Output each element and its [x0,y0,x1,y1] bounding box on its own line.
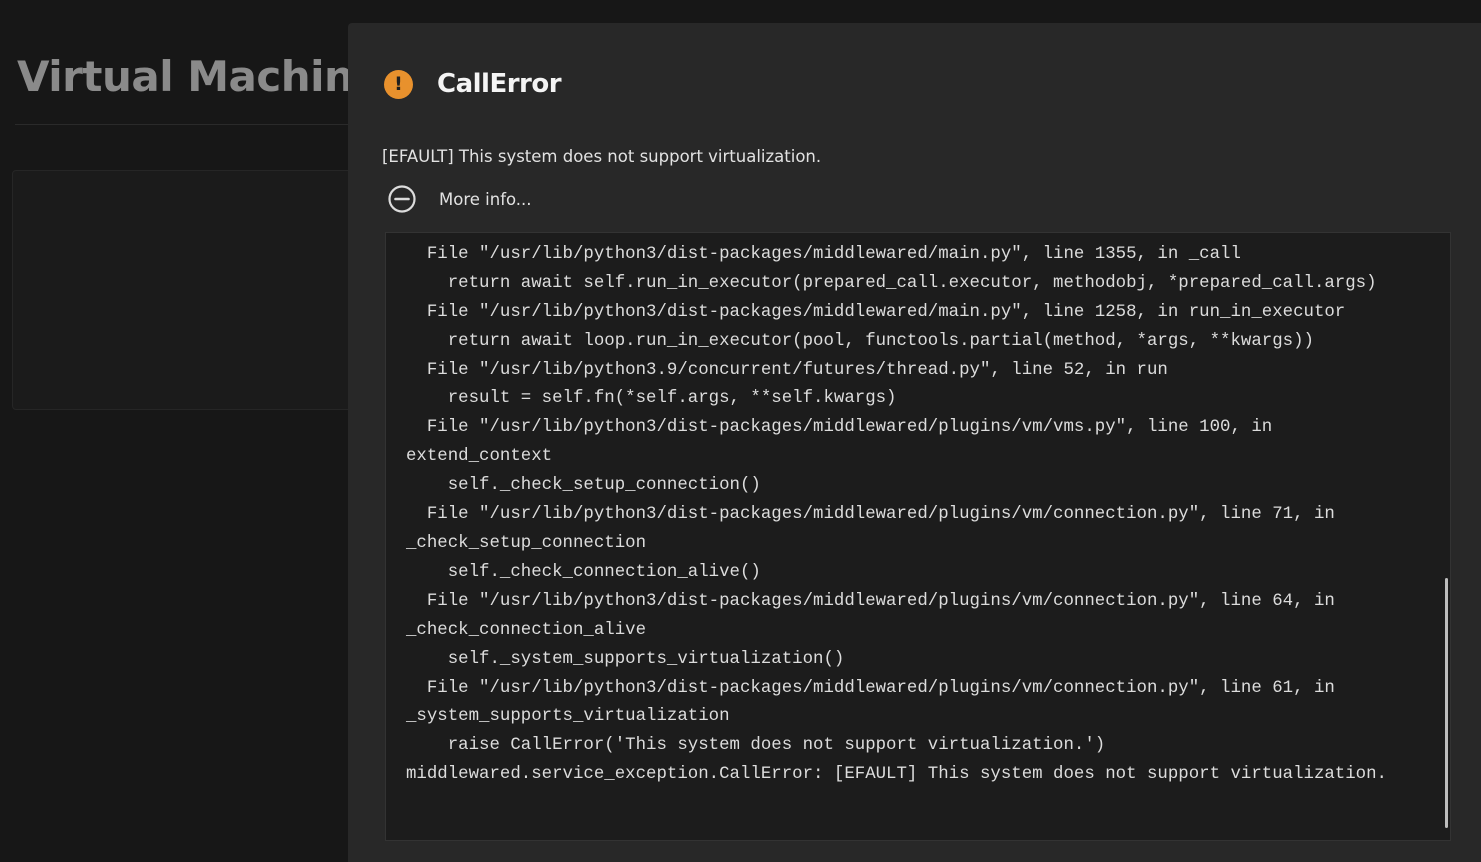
warning-circle-icon: ! [384,69,413,99]
error-dialog: ! CallError [EFAULT] This system does no… [348,23,1481,862]
traceback-line: return await self.run_in_executor(prepar… [447,273,1377,293]
traceback-line: _check_connection_alive [406,620,647,640]
more-info-toggle[interactable]: More info... [388,185,532,213]
traceback-line: result = self.fn(*self.args, **self.kwar… [447,389,897,409]
traceback-line: File "/usr/lib/python3.9/concurrent/futu… [426,360,1168,380]
traceback-line: File "/usr/lib/python3/dist-packages/mid… [426,418,1273,438]
traceback-line: self._check_connection_alive() [447,562,761,582]
traceback-line: self._check_setup_connection() [447,476,761,496]
traceback-line: extend_context [406,447,553,467]
traceback-line: File "/usr/lib/python3/dist-packages/mid… [426,302,1346,322]
traceback-line: File "/usr/lib/python3/dist-packages/mid… [426,505,1335,525]
dialog-header: ! CallError [384,69,562,99]
traceback-line: return await loop.run_in_executor(pool, … [447,331,1314,351]
traceback-panel[interactable]: await self.run_in_executor(prepared_call… [385,232,1451,841]
traceback-text: await self.run_in_executor(prepared_call… [406,233,1387,790]
traceback-line: raise CallError('This system does not su… [447,736,1106,756]
traceback-line: self._system_supports_virtualization() [447,649,845,669]
title-divider [15,124,355,125]
page: Virtual Machines ! CallError [EFAULT] Th… [0,0,1481,862]
traceback-line: await self.run_in_executor(prepared_call… [406,233,1085,235]
dialog-title: CallError [437,69,562,99]
traceback-line: middlewared.service_exception.CallError:… [406,765,1387,785]
traceback-line: File "/usr/lib/python3/dist-packages/mid… [426,244,1241,264]
traceback-line: _check_setup_connection [406,533,647,553]
background-card [12,170,374,410]
more-info-label[interactable]: More info... [439,190,532,209]
error-message: [EFAULT] This system does not support vi… [382,147,822,166]
minus-circle-icon[interactable] [388,185,416,213]
traceback-line: _system_supports_virtualization [406,707,730,727]
traceback-line: File "/usr/lib/python3/dist-packages/mid… [426,678,1335,698]
traceback-scrollbar[interactable] [1445,578,1448,828]
traceback-line: File "/usr/lib/python3/dist-packages/mid… [426,591,1335,611]
